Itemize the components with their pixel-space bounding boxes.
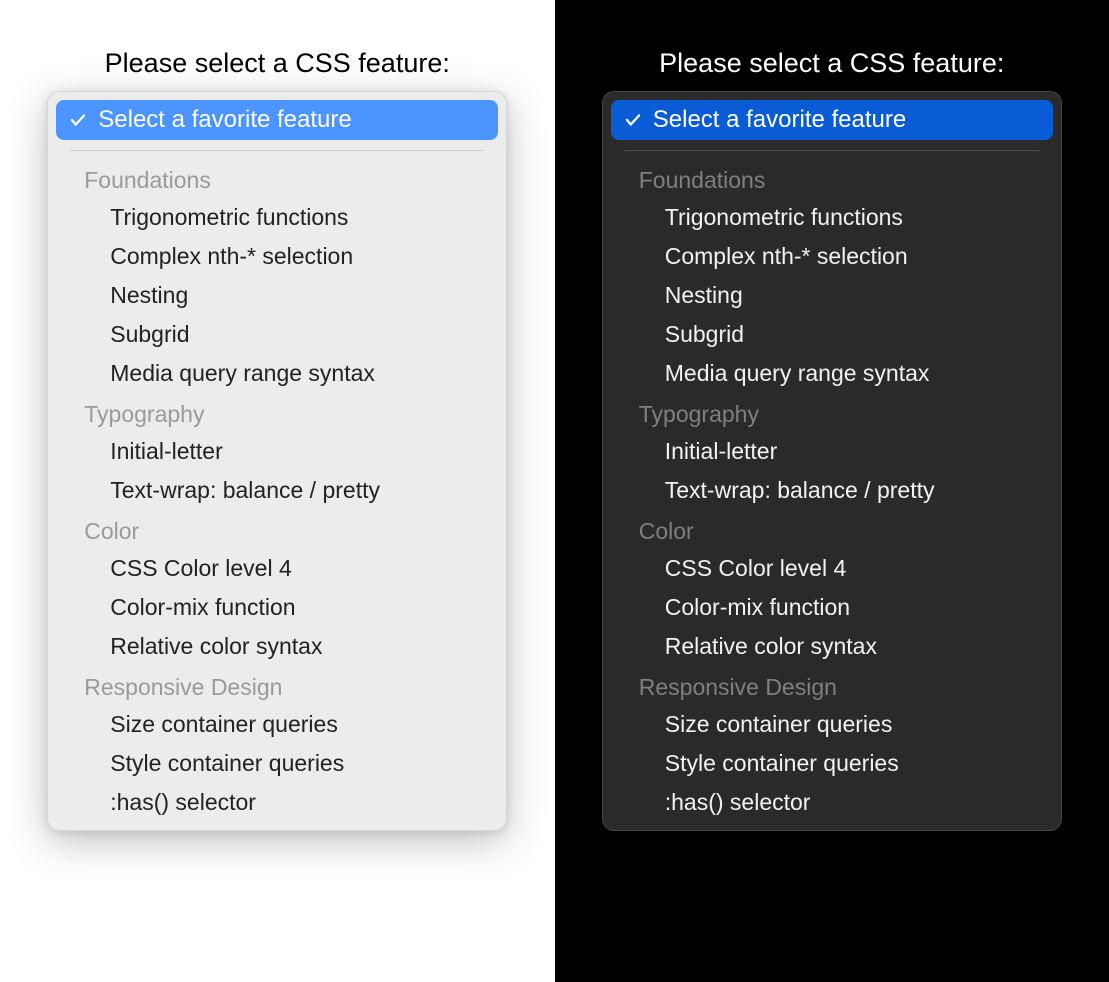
light-mode-pane: Please select a CSS feature: Select a fa…: [0, 0, 555, 982]
option-item[interactable]: Trigonometric functions: [611, 198, 1053, 237]
option-item[interactable]: Nesting: [611, 276, 1053, 315]
option-item[interactable]: Media query range syntax: [611, 354, 1053, 393]
option-item[interactable]: Trigonometric functions: [56, 198, 498, 237]
selected-option-label: Select a favorite feature: [98, 106, 351, 134]
option-item[interactable]: Relative color syntax: [56, 627, 498, 666]
selected-option[interactable]: Select a favorite feature: [56, 100, 498, 140]
optgroup-label: Color: [611, 510, 1053, 549]
optgroup-label: Foundations: [56, 159, 498, 198]
option-item[interactable]: Size container queries: [56, 705, 498, 744]
option-item[interactable]: Subgrid: [56, 315, 498, 354]
option-item[interactable]: Complex nth-* selection: [56, 237, 498, 276]
option-item[interactable]: :has() selector: [611, 783, 1053, 822]
option-item[interactable]: Text-wrap: balance / pretty: [56, 471, 498, 510]
option-item[interactable]: Complex nth-* selection: [611, 237, 1053, 276]
option-item[interactable]: Initial-letter: [56, 432, 498, 471]
option-item[interactable]: Color-mix function: [611, 588, 1053, 627]
option-item[interactable]: Subgrid: [611, 315, 1053, 354]
optgroup-label: Foundations: [611, 159, 1053, 198]
option-item[interactable]: Relative color syntax: [611, 627, 1053, 666]
css-feature-dropdown[interactable]: Select a favorite feature Foundations Tr…: [47, 91, 507, 831]
prompt-label: Please select a CSS feature:: [659, 48, 1004, 79]
option-item[interactable]: Style container queries: [611, 744, 1053, 783]
option-item[interactable]: Nesting: [56, 276, 498, 315]
divider: [625, 150, 1039, 151]
option-item[interactable]: Initial-letter: [611, 432, 1053, 471]
dark-mode-pane: Please select a CSS feature: Select a fa…: [555, 0, 1109, 982]
option-item[interactable]: Media query range syntax: [56, 354, 498, 393]
divider: [70, 150, 484, 151]
option-item[interactable]: CSS Color level 4: [56, 549, 498, 588]
selected-option[interactable]: Select a favorite feature: [611, 100, 1053, 140]
option-item[interactable]: CSS Color level 4: [611, 549, 1053, 588]
prompt-label: Please select a CSS feature:: [105, 48, 450, 79]
option-item[interactable]: :has() selector: [56, 783, 498, 822]
optgroup-label: Typography: [611, 393, 1053, 432]
option-item[interactable]: Size container queries: [611, 705, 1053, 744]
optgroup-label: Typography: [56, 393, 498, 432]
option-item[interactable]: Style container queries: [56, 744, 498, 783]
checkmark-icon: [623, 110, 643, 130]
optgroup-label: Color: [56, 510, 498, 549]
css-feature-dropdown[interactable]: Select a favorite feature Foundations Tr…: [602, 91, 1062, 831]
optgroup-label: Responsive Design: [56, 666, 498, 705]
optgroup-label: Responsive Design: [611, 666, 1053, 705]
option-item[interactable]: Color-mix function: [56, 588, 498, 627]
selected-option-label: Select a favorite feature: [653, 106, 906, 134]
checkmark-icon: [68, 110, 88, 130]
option-item[interactable]: Text-wrap: balance / pretty: [611, 471, 1053, 510]
